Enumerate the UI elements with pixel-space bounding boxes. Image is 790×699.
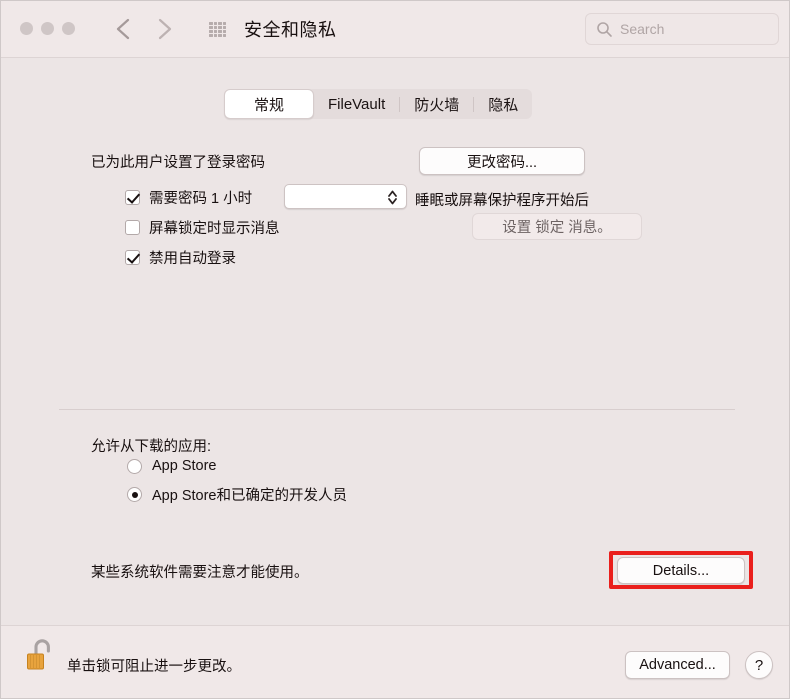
chevron-updown-icon — [387, 189, 398, 211]
help-button[interactable]: ? — [745, 651, 773, 679]
password-status-label: 已为此用户设置了登录密码 — [91, 155, 265, 171]
show-lock-message-row[interactable]: 屏幕锁定时显示消息 — [125, 217, 280, 238]
show-lock-message-label: 屏幕锁定时显示消息 — [149, 221, 280, 237]
set-lock-message-button[interactable]: 设置 锁定 消息。 — [472, 213, 642, 240]
allow-downloads-heading: 允许从下载的应用: — [91, 439, 212, 455]
radio-app-store-identified-row[interactable]: App Store和已确定的开发人员 — [127, 484, 347, 505]
radio-app-store-identified-label: App Store和已确定的开发人员 — [152, 488, 347, 504]
lock-hint-text: 单击锁可阻止进一步更改。 — [67, 659, 241, 675]
system-software-notice: 某些系统软件需要注意才能使用。 — [91, 565, 309, 581]
advanced-button[interactable]: Advanced... — [625, 651, 730, 679]
require-password-checkbox[interactable] — [125, 190, 140, 205]
show-lock-message-checkbox[interactable] — [125, 220, 140, 235]
require-password-row[interactable]: 需要密码 1 小时 — [125, 187, 252, 208]
disable-auto-login-label: 禁用自动登录 — [149, 251, 236, 267]
padlock-open-icon[interactable] — [25, 635, 59, 675]
change-password-button[interactable]: 更改密码... — [419, 147, 585, 175]
details-button[interactable]: Details... — [617, 557, 745, 584]
radio-app-store[interactable] — [127, 458, 142, 474]
disable-auto-login-row[interactable]: 禁用自动登录 — [125, 247, 236, 268]
security-privacy-window: 安全和隐私 Search 常规 FileVault 防火墙 隐私 已为此用户设置… — [0, 0, 790, 699]
require-password-interval-popup[interactable] — [284, 184, 407, 209]
radio-app-store-identified[interactable] — [127, 487, 142, 502]
require-password-label: 需要密码 1 小时 — [149, 191, 253, 207]
sleep-screensaver-label: 睡眠或屏幕保护程序开始后 — [415, 193, 589, 209]
general-pane: 已为此用户设置了登录密码 更改密码... 需要密码 1 小时 睡眠或屏幕保护程序… — [1, 1, 789, 698]
radio-app-store-label: App Store — [152, 458, 217, 474]
disable-auto-login-checkbox[interactable] — [125, 250, 140, 265]
radio-app-store-row[interactable]: App Store — [127, 458, 217, 474]
section-divider — [59, 409, 735, 410]
